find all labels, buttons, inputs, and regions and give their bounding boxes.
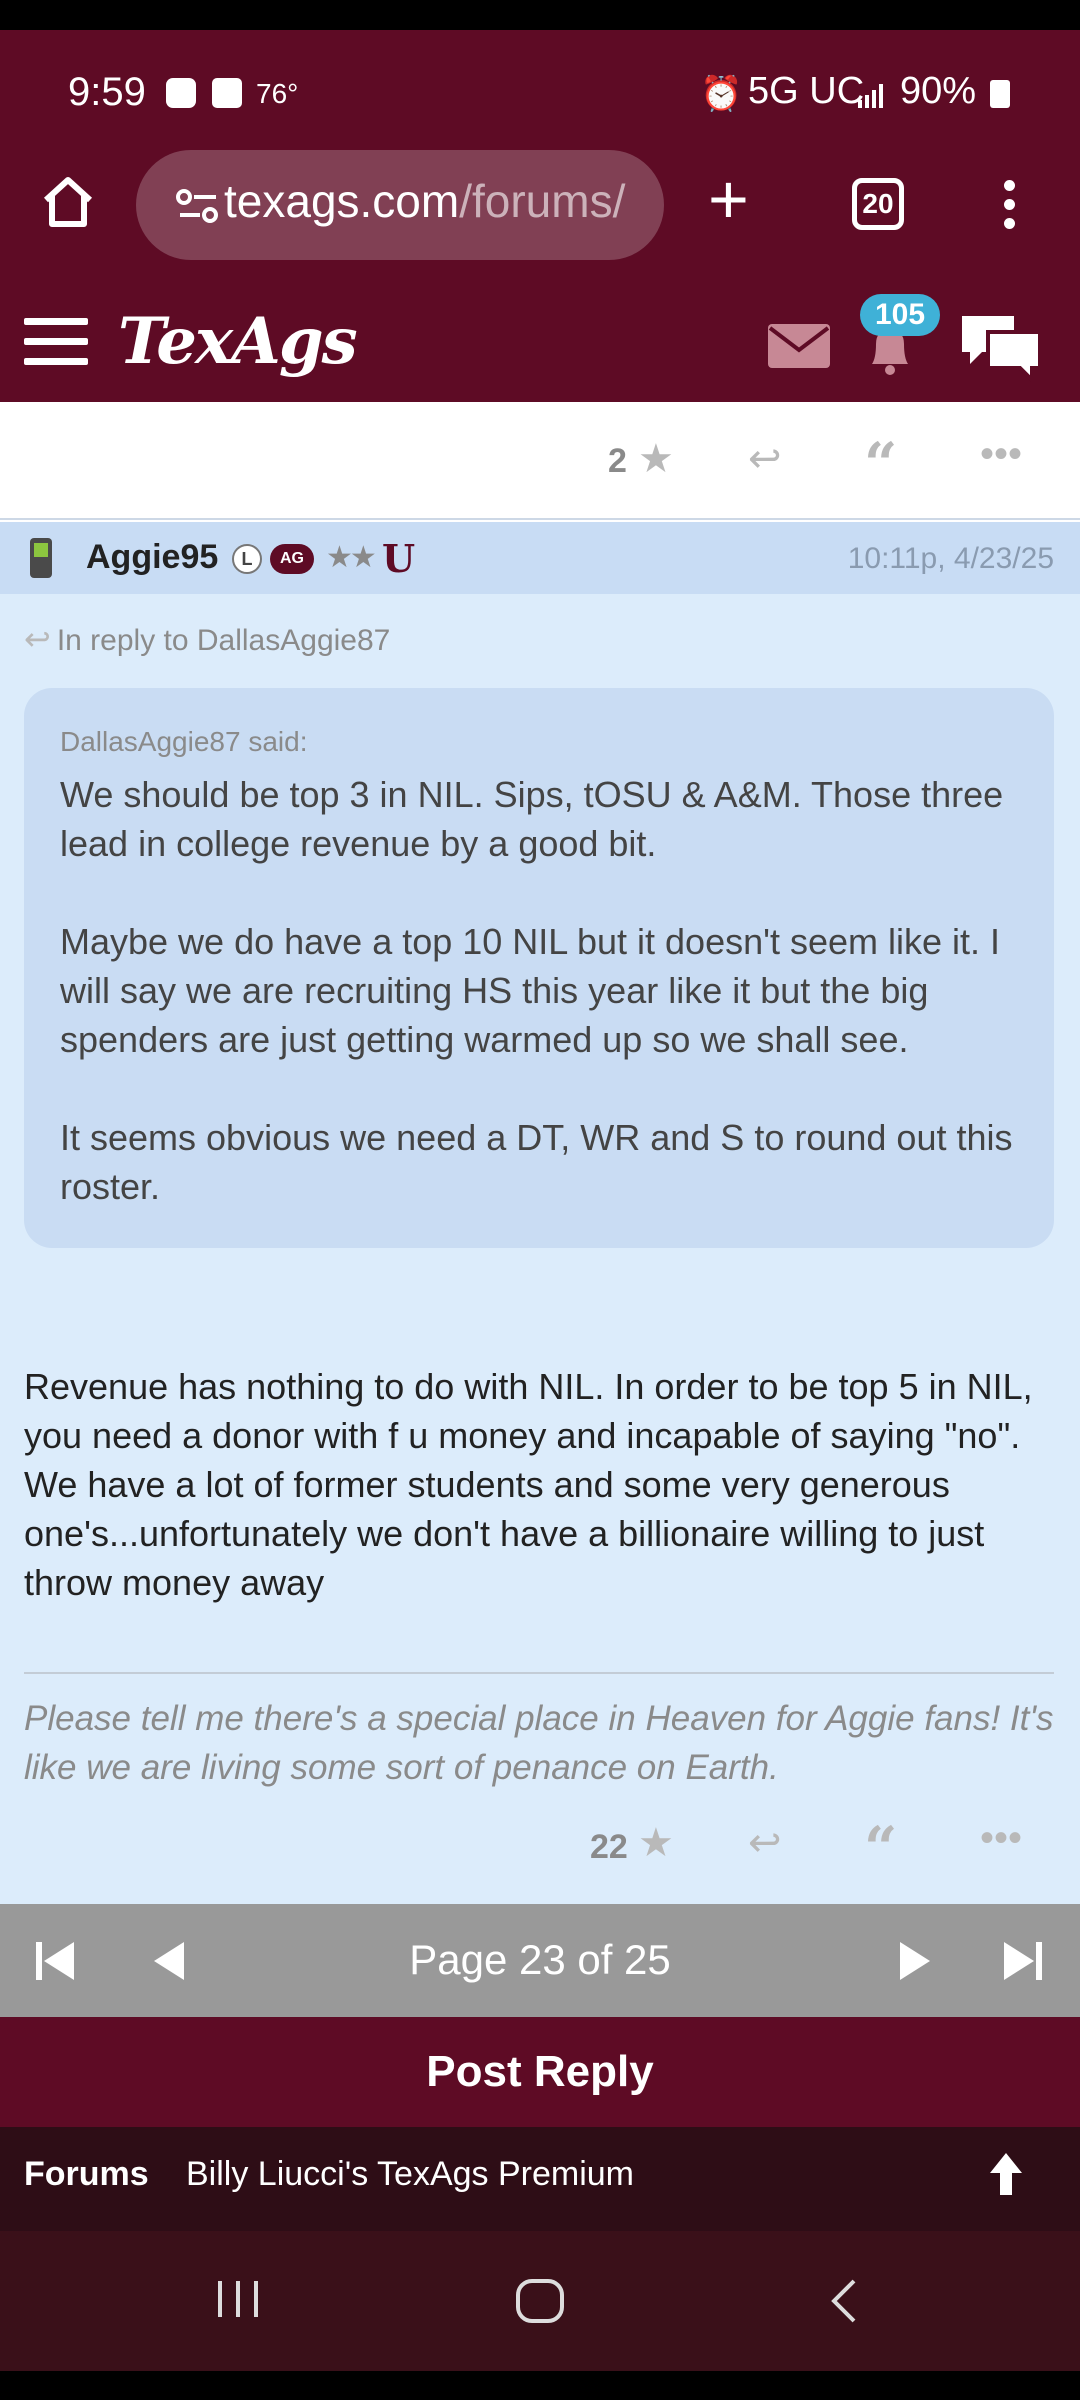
signature-divider — [24, 1672, 1054, 1674]
quote-author[interactable]: DallasAggie87 said: — [60, 726, 308, 758]
star-icon[interactable]: ★ — [638, 1820, 674, 1866]
new-tab-icon[interactable]: + — [708, 164, 749, 234]
status-time: 9:59 — [68, 70, 146, 114]
post-header: Aggie95 L AG ★★ U 10:11p, 4/23/25 — [0, 522, 1080, 594]
reply-to-link[interactable]: ↩ In reply to DallasAggie87 — [24, 620, 390, 658]
status-network: 5G UC — [748, 70, 865, 112]
pagination-bar: Page 23 of 25 — [0, 1904, 1080, 2017]
quote-icon[interactable]: “ — [864, 1814, 897, 1882]
app-notification-icon — [166, 78, 196, 108]
notification-count-badge[interactable]: 105 — [860, 294, 940, 336]
home-icon[interactable] — [38, 172, 98, 232]
post-timestamp[interactable]: 10:11p, 4/23/25 — [848, 542, 1054, 576]
post-username[interactable]: Aggie95 — [86, 538, 218, 577]
site-settings-icon[interactable] — [176, 188, 220, 224]
last-page-icon[interactable] — [998, 1936, 1048, 1986]
status-temperature: 76° — [256, 78, 299, 109]
quote-paragraph: We should be top 3 in NIL. Sips, tOSU & … — [60, 774, 1004, 864]
url-text[interactable]: texags.com/forums/ — [224, 174, 654, 228]
quoted-post: DallasAggie87 said: We should be top 3 i… — [24, 688, 1054, 1248]
ag-badge: AG — [270, 544, 314, 574]
system-navigation-bar — [0, 2231, 1080, 2371]
quote-paragraph: It seems obvious we need a DT, WR and S … — [60, 1117, 1013, 1207]
more-options-icon[interactable]: ••• — [980, 432, 1022, 477]
reply-icon[interactable]: ↩ — [748, 436, 782, 482]
lifetime-badge: L — [232, 544, 262, 574]
alarm-icon: ⏰ — [700, 75, 743, 113]
address-bar[interactable]: texags.com/forums/ — [136, 150, 664, 260]
status-bar: 9:59 76° ⏰ 5G UC 90% — [0, 30, 1080, 152]
post-body: Revenue has nothing to do with NIL. In o… — [24, 1366, 1033, 1603]
menu-icon[interactable] — [24, 318, 88, 366]
post-signature: Please tell me there's a special place i… — [24, 1699, 1054, 1787]
reply-icon[interactable]: ↩ — [748, 1820, 782, 1866]
tab-switcher-button[interactable]: 20 — [852, 178, 904, 230]
breadcrumb: Forums Billy Liucci's TexAgs Premium — [0, 2127, 1080, 2231]
status-battery: 90% — [900, 70, 977, 112]
camera-strip — [0, 0, 1080, 30]
user-stars: ★★ — [326, 541, 377, 574]
quote-text: We should be top 3 in NIL. Sips, tOSU & … — [60, 770, 1030, 1260]
quote-icon[interactable]: “ — [864, 430, 897, 498]
back-nav-icon[interactable] — [826, 2277, 862, 2325]
recent-apps-icon[interactable] — [214, 2277, 264, 2321]
previous-post-star-count: 2 — [608, 442, 627, 480]
site-header: TexAgs 105 — [0, 294, 1080, 402]
chat-icon[interactable] — [958, 310, 1044, 382]
reply-arrow-icon: ↩ — [24, 621, 51, 657]
breadcrumb-forum-name[interactable]: Billy Liucci's TexAgs Premium — [186, 2155, 634, 2194]
gallery-icon — [212, 78, 242, 108]
star-icon[interactable]: ★ — [638, 436, 674, 482]
thread-content: 2 ★ ↩ “ ••• Aggie95 L AG ★★ U 10:11p, 4/… — [0, 402, 1080, 1904]
browser-toolbar: texags.com/forums/ + 20 — [0, 150, 1080, 260]
mail-icon[interactable] — [768, 324, 830, 368]
mobile-device-icon — [30, 538, 52, 578]
bottom-bezel — [0, 2371, 1080, 2400]
previous-post-footer: 2 ★ ↩ “ ••• — [0, 402, 1080, 520]
post-star-count: 22 — [590, 1828, 628, 1866]
scroll-to-top-icon[interactable] — [986, 2149, 1026, 2199]
browser-menu-icon[interactable] — [1004, 180, 1016, 232]
signal-icon — [858, 84, 883, 108]
post: Aggie95 L AG ★★ U 10:11p, 4/23/25 ↩ In re… — [0, 522, 1080, 1904]
more-options-icon[interactable]: ••• — [980, 1816, 1022, 1861]
next-page-icon[interactable] — [888, 1936, 938, 1986]
post-reply-button[interactable]: Post Reply — [0, 2017, 1080, 2127]
texags-logo[interactable]: TexAgs — [118, 304, 358, 379]
quote-paragraph: Maybe we do have a top 10 NIL but it doe… — [60, 921, 1001, 1060]
breadcrumb-forums-link[interactable]: Forums — [24, 2155, 149, 2194]
u-badge: U — [382, 536, 416, 581]
battery-icon — [990, 80, 1010, 108]
home-nav-icon[interactable] — [514, 2277, 566, 2325]
